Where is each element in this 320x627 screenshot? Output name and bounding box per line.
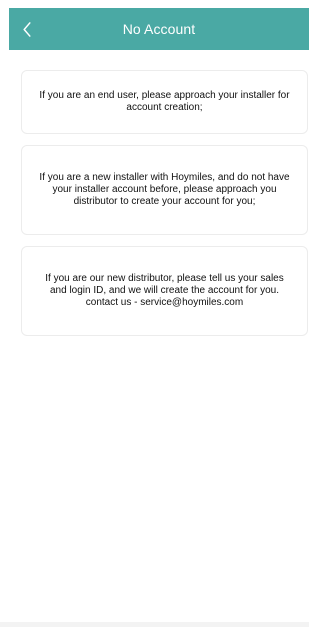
installer-message-text: If you are a new installer with Hoymiles…	[39, 172, 290, 207]
installer-message-card: If you are a new installer with Hoymiles…	[21, 145, 308, 235]
app-header: No Account	[9, 8, 309, 50]
end-user-message-card: If you are an end user, please approach …	[21, 70, 308, 134]
page-title: No Account	[122, 21, 196, 37]
message-list: If you are an end user, please approach …	[21, 70, 308, 347]
end-user-message-text: If you are an end user, please approach …	[39, 90, 290, 113]
bottom-bar	[0, 622, 309, 627]
distributor-message-card: If you are our new distributor, please t…	[21, 246, 308, 336]
no-account-screen: No Account If you are an end user, pleas…	[0, 0, 309, 627]
distributor-message-text: If you are our new distributor, please t…	[45, 273, 284, 308]
